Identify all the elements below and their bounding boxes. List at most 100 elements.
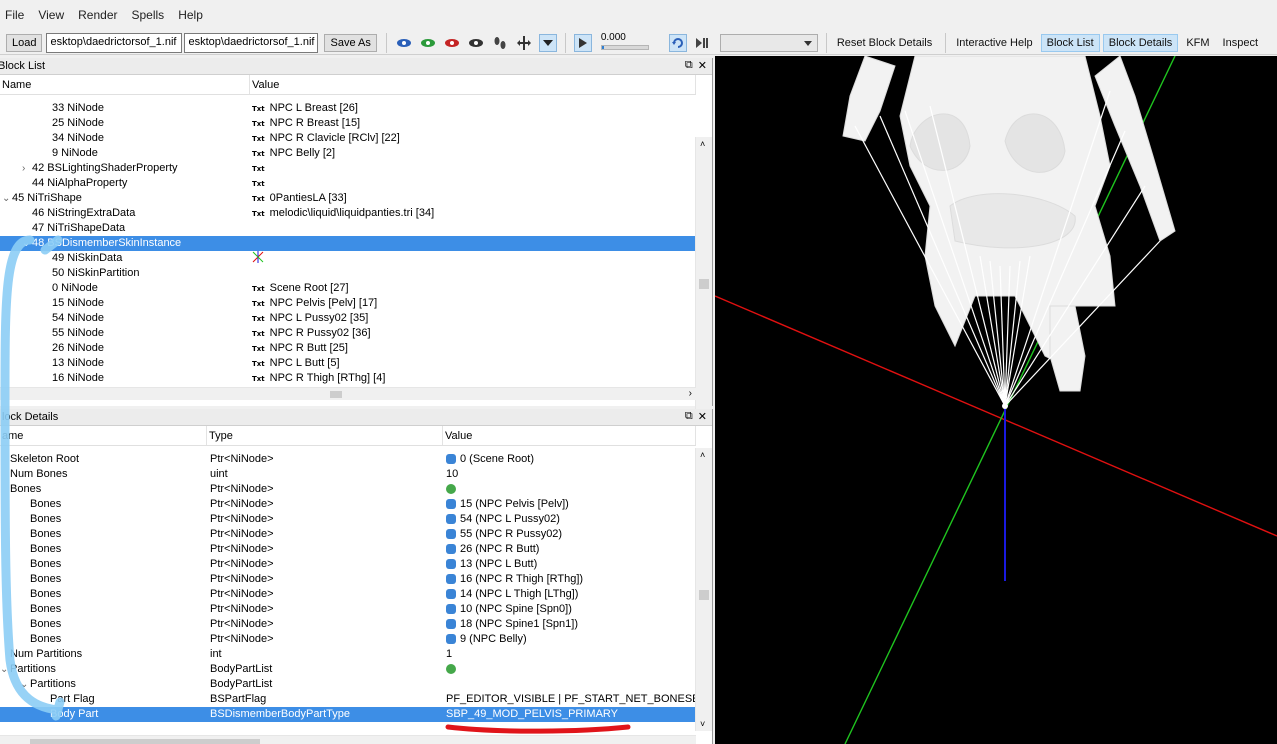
link-icon[interactable] — [446, 514, 456, 525]
move-axis-icon[interactable] — [515, 34, 533, 52]
close-icon[interactable]: ✕ — [698, 59, 707, 72]
footprints-icon[interactable] — [491, 34, 509, 52]
menu-render[interactable]: Render — [73, 8, 126, 22]
block-details-toggle[interactable]: Block Details — [1102, 33, 1179, 52]
field-value[interactable]: 10 (NPC Spine [Spn0]) — [460, 603, 572, 615]
field-value[interactable]: 9 (NPC Belly) — [460, 633, 527, 645]
detail-row[interactable]: Bones Ptr<NiNode> 55 (NPC R Pussy02) — [0, 527, 696, 542]
block-list-row[interactable]: 34 NiNode Txt NPC R Clavicle [RClv] [22] — [0, 131, 696, 146]
close-icon[interactable]: ✕ — [698, 410, 707, 423]
switch-animation-icon[interactable] — [693, 34, 711, 52]
scroll-up-icon[interactable]: ˄ — [700, 450, 705, 460]
block-list-row[interactable]: 54 NiNode Txt NPC L Pussy02 [35] — [0, 311, 696, 326]
block-list-row[interactable]: 13 NiNode Txt NPC L Butt [5] — [0, 356, 696, 371]
load-button[interactable]: Load — [6, 33, 43, 52]
scroll-right-icon[interactable]: › — [689, 388, 692, 399]
block-list-vscroll[interactable]: ˄ ˅ — [695, 137, 712, 443]
link-icon[interactable] — [446, 529, 456, 540]
detail-row[interactable]: Bones Ptr<NiNode> — [0, 482, 696, 497]
detail-row[interactable]: Bones Ptr<NiNode> 10 (NPC Spine [Spn0]) — [0, 602, 696, 617]
scroll-down-icon[interactable]: ˅ — [700, 719, 705, 729]
scroll-thumb[interactable] — [30, 739, 260, 744]
detail-row[interactable]: Bones Ptr<NiNode> 26 (NPC R Butt) — [0, 542, 696, 557]
field-value[interactable]: 10 — [446, 468, 458, 480]
detail-row[interactable]: Bones Ptr<NiNode> 14 (NPC L Thigh [LThg]) — [0, 587, 696, 602]
link-icon[interactable] — [446, 619, 456, 630]
loop-icon[interactable] — [668, 33, 687, 52]
block-list-row[interactable]: 49 NiSkinData — [0, 251, 696, 266]
detail-row[interactable]: Bones Ptr<NiNode> 16 (NPC R Thigh [RThg]) — [0, 572, 696, 587]
detail-row[interactable]: Body Part BSDismemberBodyPartType SBP_49_M… — [0, 707, 696, 722]
block-list-row[interactable]: 25 NiNode Txt NPC R Breast [15] — [0, 116, 696, 131]
field-value[interactable]: 1 — [446, 648, 452, 660]
detail-row[interactable]: Bones Ptr<NiNode> 54 (NPC L Pussy02) — [0, 512, 696, 527]
link-icon[interactable] — [446, 544, 456, 555]
link-icon[interactable] — [446, 574, 456, 585]
field-value[interactable]: 16 (NPC R Thigh [RThg]) — [460, 573, 583, 585]
block-list-row[interactable]: 15 NiNode Txt NPC Pelvis [Pelv] [17] — [0, 296, 696, 311]
block-list-row[interactable]: 44 NiAlphaProperty Txt — [0, 176, 696, 191]
detail-row[interactable]: ⌄ Partitions BodyPartList — [0, 677, 696, 692]
block-list-row[interactable]: 50 NiSkinPartition — [0, 266, 696, 281]
save-path-input[interactable]: esktop\daedrictorsof_1.nif — [184, 32, 319, 53]
field-value[interactable]: 13 (NPC L Butt) — [460, 558, 537, 570]
view-eye-red-icon[interactable] — [443, 34, 461, 52]
field-value[interactable]: 14 (NPC L Thigh [LThg]) — [460, 588, 578, 600]
chevron-right-icon[interactable]: › — [22, 161, 32, 176]
detail-row[interactable]: Num Partitions int 1 — [0, 647, 696, 662]
block-list-row[interactable]: 55 NiNode Txt NPC R Pussy02 [36] — [0, 326, 696, 341]
detail-row[interactable]: Bones Ptr<NiNode> 18 (NPC Spine1 [Spn1]) — [0, 617, 696, 632]
menu-view[interactable]: View — [33, 8, 73, 22]
link-icon[interactable] — [446, 604, 456, 615]
view-eye-green-icon[interactable] — [419, 34, 437, 52]
block-list-row[interactable]: 9 NiNode Txt NPC Belly [2] — [0, 146, 696, 161]
block-details-vscroll[interactable]: ˄ ˅ — [695, 448, 712, 731]
block-details-hscroll[interactable] — [0, 735, 696, 744]
view-eye-dark-icon[interactable] — [467, 34, 485, 52]
field-value[interactable]: SBP_49_MOD_PELVIS_PRIMARY — [446, 708, 618, 720]
block-list-row[interactable]: 33 NiNode Txt NPC L Breast [26] — [0, 101, 696, 116]
column-header-type[interactable]: Type — [207, 426, 443, 445]
link-icon[interactable] — [446, 499, 456, 510]
block-list-row[interactable]: 46 NiStringExtraData Txt melodic\liquid\li… — [0, 206, 696, 221]
detail-row[interactable]: Bones Ptr<NiNode> 15 (NPC Pelvis [Pelv]) — [0, 497, 696, 512]
block-list-hscroll[interactable]: › — [0, 387, 696, 400]
scroll-up-icon[interactable]: ˄ — [700, 139, 705, 149]
detail-row[interactable]: Num Bones uint 10 — [0, 467, 696, 482]
block-list-toggle[interactable]: Block List — [1040, 33, 1100, 52]
array-refresh-icon[interactable] — [446, 664, 456, 675]
time-slider-track[interactable] — [600, 44, 649, 50]
block-list-row[interactable]: 26 NiNode Txt NPC R Butt [25] — [0, 341, 696, 356]
load-path-input[interactable]: esktop\daedrictorsof_1.nif — [46, 32, 183, 53]
float-window-icon[interactable]: ⧉ — [685, 59, 693, 72]
interactive-help-button[interactable]: Interactive Help — [951, 35, 1037, 51]
detail-row[interactable]: ⌄ Partitions BodyPartList — [0, 662, 696, 677]
link-icon[interactable] — [446, 589, 456, 600]
animation-select[interactable] — [719, 33, 818, 52]
scroll-thumb[interactable] — [699, 279, 709, 289]
menu-spells[interactable]: Spells — [127, 8, 174, 22]
block-list-row[interactable]: ⌄ 45 NiTriShape Txt 0PantiesLA [33] — [0, 191, 696, 206]
link-icon[interactable] — [446, 559, 456, 570]
scroll-thumb[interactable] — [330, 391, 342, 398]
detail-row[interactable]: Bones Ptr<NiNode> 13 (NPC L Butt) — [0, 557, 696, 572]
array-refresh-icon[interactable] — [446, 484, 456, 495]
chevron-down-icon[interactable]: ⌄ — [0, 662, 10, 677]
kfm-toggle[interactable]: KFM — [1181, 35, 1214, 51]
field-value[interactable]: 54 (NPC L Pussy02) — [460, 513, 560, 525]
chevron-down-icon[interactable]: ⌄ — [2, 191, 12, 206]
field-value[interactable]: PF_EDITOR_VISIBLE | PF_START_NET_BONESET — [446, 693, 696, 705]
field-value[interactable]: 15 (NPC Pelvis [Pelv]) — [460, 498, 569, 510]
reset-block-details-button[interactable]: Reset Block Details — [832, 35, 937, 51]
chevron-down-icon[interactable]: ⌄ — [22, 236, 32, 251]
block-list-row[interactable]: 16 NiNode Txt NPC R Thigh [RThg] [4] — [0, 371, 696, 386]
link-icon[interactable] — [446, 454, 456, 465]
link-icon[interactable] — [446, 634, 456, 645]
inspect-toggle[interactable]: Inspect — [1218, 35, 1263, 51]
detail-row[interactable]: Skeleton Root Ptr<NiNode> 0 (Scene Root) — [0, 452, 696, 467]
detail-row[interactable]: Part Flag BSPartFlag PF_EDITOR_VISIBLE | P… — [0, 692, 696, 707]
save-as-button[interactable]: Save As — [324, 33, 377, 52]
detail-row[interactable]: Bones Ptr<NiNode> 9 (NPC Belly) — [0, 632, 696, 647]
float-window-icon[interactable]: ⧉ — [685, 410, 693, 423]
scroll-thumb[interactable] — [699, 590, 709, 600]
